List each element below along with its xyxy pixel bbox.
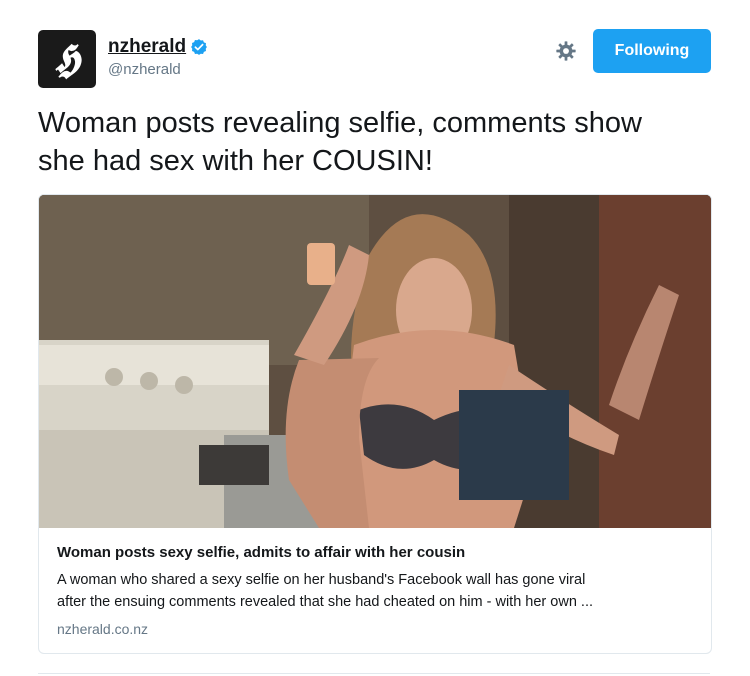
- tweet-text: Woman posts revealing selfie, comments s…: [38, 104, 728, 180]
- display-name: nzherald: [108, 36, 187, 57]
- card-description-line-2: after the ensuing comments revealed that…: [57, 594, 593, 610]
- tweet-text-line-2: she had sex with her COUSIN!: [38, 145, 433, 177]
- divider: [38, 673, 710, 674]
- account-name-block: nzherald @nzherald: [108, 36, 208, 79]
- tweet: 𝕳 nzherald @nzherald Following Woman pos…: [0, 0, 750, 676]
- user-handle: @nzherald: [108, 61, 181, 78]
- gear-icon[interactable]: [555, 40, 577, 62]
- herald-logo-icon: 𝕳: [54, 35, 80, 82]
- card-body: Woman posts sexy selfie, admits to affai…: [39, 529, 711, 639]
- card-domain: nzherald.co.nz: [57, 621, 149, 637]
- card-image[interactable]: [39, 195, 711, 528]
- tweet-text-line-1: Woman posts revealing selfie, comments s…: [38, 107, 642, 139]
- verified-badge-icon: [191, 39, 207, 55]
- card-title[interactable]: Woman posts sexy selfie, admits to affai…: [57, 543, 691, 563]
- following-button[interactable]: Following: [593, 29, 711, 73]
- selfie-photo: [39, 195, 711, 528]
- display-name-link[interactable]: nzherald: [108, 36, 208, 58]
- link-card[interactable]: Woman posts sexy selfie, admits to affai…: [38, 194, 712, 654]
- card-description-line-1: A woman who shared a sexy selfie on her …: [57, 572, 586, 588]
- avatar[interactable]: 𝕳: [38, 30, 96, 88]
